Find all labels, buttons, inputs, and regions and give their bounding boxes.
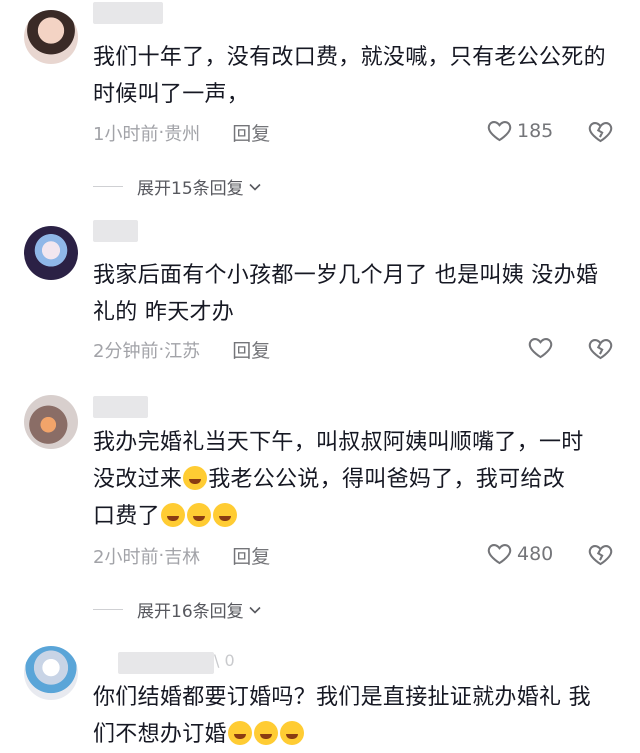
expand-replies-label: 展开15条回复 [137,179,244,199]
comment-text: 我办完婚礼当天下午，叫叔叔阿姨叫顺嘴了，一时 没改过来 我老公公说，得叫爸妈了，我… [93,424,618,535]
avatar[interactable] [24,226,78,280]
reply-button[interactable]: 回复 [232,542,270,569]
comment-text-span: 口费了 [93,504,160,529]
comment-time: 1小时前 [93,123,159,145]
comment-text-span: 们不想办订婚 [93,722,227,747]
comment-text-line: 口费了 [93,498,618,535]
avatar[interactable] [24,646,78,700]
broken-heart-icon[interactable] [587,541,614,568]
rofl-emoji-icon [227,721,252,745]
username-redacted [93,220,138,242]
comment-text-line: 我办完婚礼当天下午，叫叔叔阿姨叫顺嘴了，一时 [93,430,584,455]
divider [93,609,123,610]
comment-text-line: 你们结婚都要订婚吗？我们是直接扯证就办婚礼 我 [93,685,591,710]
like-count: 185 [517,119,554,142]
comment-text-span: 我老公公说，得叫爸妈了，我可给改 [208,467,566,492]
comment-time: 2小时前 [93,546,159,568]
reply-button[interactable]: 回复 [232,119,270,146]
heart-outline-icon [487,544,512,565]
like-button[interactable]: 480 [486,540,553,567]
broken-heart-icon[interactable] [587,118,614,145]
like-count: 480 [517,542,554,565]
comment-location: 吉林 [164,546,201,568]
rofl-emoji-icon [160,503,185,527]
username-redacted [93,396,148,418]
rofl-emoji-icon [186,503,211,527]
comment-text: 我家后面有个小孩都一岁几个月了 也是叫姨 没办婚礼的 昨天才办 [93,263,599,325]
broken-heart-icon[interactable] [587,335,614,362]
like-button[interactable]: 185 [486,117,553,144]
comment-text: 你们结婚都要订婚吗？我们是直接扯证就办婚礼 我 们不想办订婚 [93,679,618,753]
expand-replies-button[interactable]: 展开16条回复 [93,597,262,622]
comment-text-line: 们不想办订婚 [93,716,618,753]
expand-replies-label: 展开16条回复 [137,602,244,622]
username-redacted [93,2,163,24]
heart-outline-icon [487,121,512,142]
chevron-down-icon [249,183,261,191]
like-button[interactable] [527,334,558,361]
avatar[interactable] [24,395,78,449]
expand-replies-button[interactable]: 展开15条回复 [93,174,262,199]
comment-text: 我们十年了，没有改口费，就没喊，只有老公公死的时候叫了一声， [93,45,606,107]
comment-text-span: 没改过来 [93,467,183,492]
username-redacted [118,652,214,674]
rofl-emoji-icon [279,721,304,745]
reply-button[interactable]: 回复 [232,336,270,363]
comment-meta: 2小时前 · 吉林 回复 [93,542,270,569]
divider [93,186,123,187]
comment-location: 江苏 [164,340,201,362]
comment-text-line: 没改过来 我老公公说，得叫爸妈了，我可给改 [93,461,618,498]
username-fragment: \ 0 [214,651,235,670]
rofl-emoji-icon [253,721,278,745]
avatar[interactable] [24,10,78,64]
comment-meta: 1小时前 · 贵州 回复 [93,119,270,146]
comment-location: 贵州 [164,123,201,145]
comment-meta: 2分钟前 · 江苏 回复 [93,336,270,363]
rofl-emoji-icon [183,466,208,490]
chevron-down-icon [249,606,261,614]
comment-time: 2分钟前 [93,340,159,362]
heart-outline-icon [528,338,553,359]
rofl-emoji-icon [212,503,237,527]
